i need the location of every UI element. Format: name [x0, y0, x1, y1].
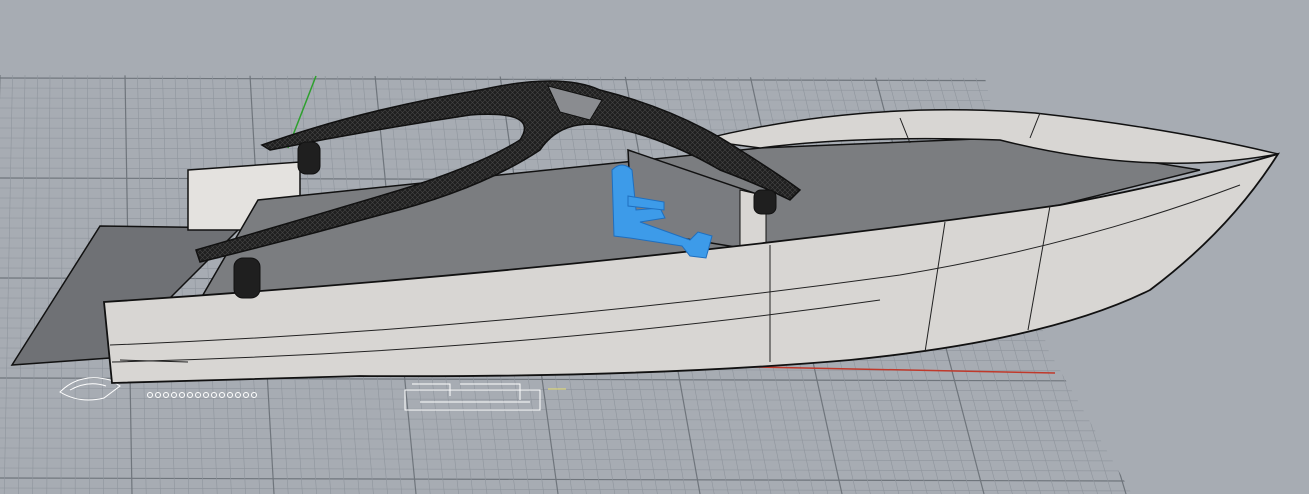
grid-line — [0, 417, 1132, 422]
grid-line — [0, 397, 1132, 402]
perspective-viewport[interactable] — [0, 0, 1309, 494]
grid-line — [0, 387, 1132, 392]
grid-line — [187, 75, 204, 494]
grid-line — [0, 467, 1132, 472]
scene-canvas[interactable] — [0, 0, 1309, 494]
grid-line — [0, 77, 1132, 82]
grid-line — [0, 407, 1132, 412]
grid-line — [0, 447, 1132, 452]
grid-line — [0, 457, 1132, 462]
grid-line — [0, 427, 1132, 432]
